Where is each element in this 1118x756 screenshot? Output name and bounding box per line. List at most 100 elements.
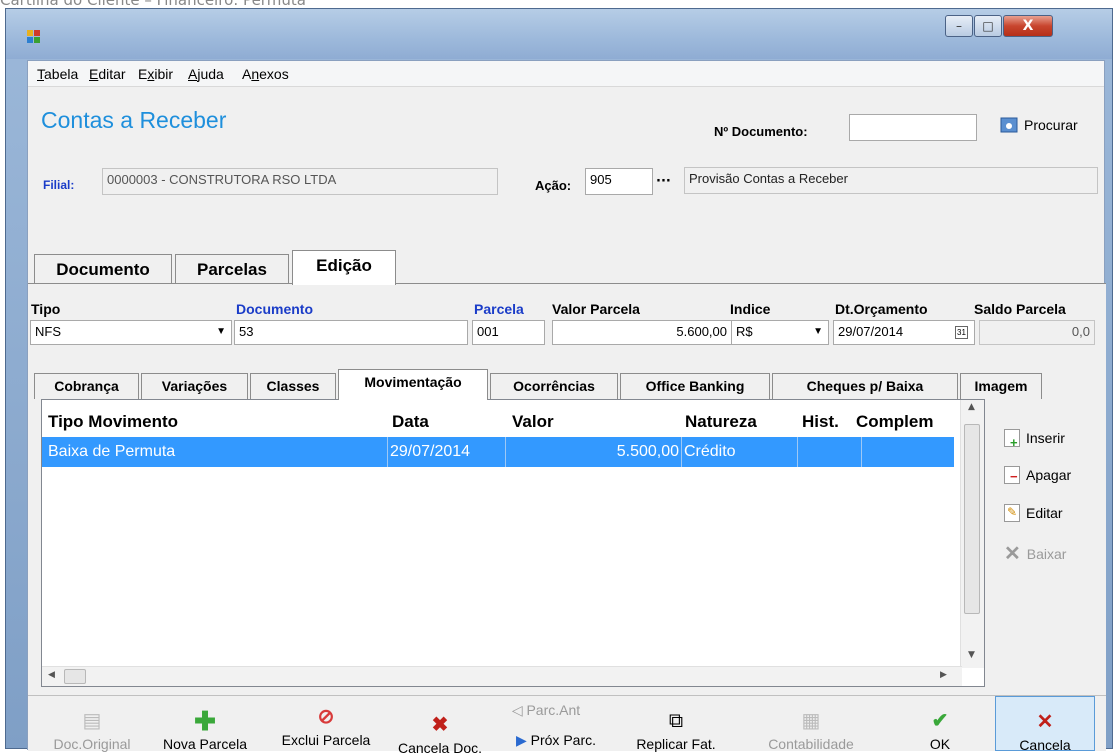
cell-complem [862, 437, 954, 467]
bottom-toolbar: ▤ Doc.Original ✚ Nova Parcela ⊘ Exclui Parc… [28, 695, 1106, 756]
tab-parcelas[interactable]: Parcelas [175, 254, 289, 284]
chevron-down-icon: ▼ [813, 326, 823, 337]
chevron-right-icon: ▶ [515, 732, 531, 748]
parc-ant-button[interactable]: ◁ Parc.Ant [506, 702, 586, 719]
scroll-right-icon[interactable]: ▶ [940, 670, 947, 680]
cell-hist [798, 437, 862, 467]
filial-label: Filial: [43, 178, 75, 192]
cell-natureza: Crédito [682, 437, 798, 467]
saldo-parcela-label: Saldo Parcela [974, 301, 1066, 317]
edit-icon: ✎ [1004, 504, 1020, 522]
valor-parcela-label: Valor Parcela [552, 301, 640, 317]
acao-description: Provisão Contas a Receber [684, 167, 1098, 194]
cancela-button[interactable]: ✕ Cancela [995, 696, 1095, 753]
dt-orcamento-label: Dt.Orçamento [835, 301, 928, 317]
close-button[interactable]: X [1003, 15, 1053, 37]
insert-icon: + [1004, 429, 1020, 450]
scroll-up-icon[interactable]: ▲ [968, 402, 975, 412]
page-title: Contas a Receber [41, 107, 227, 133]
nova-parcela-button[interactable]: ✚ Nova Parcela [152, 706, 258, 752]
menu-ajuda[interactable]: Ajuda [188, 66, 224, 82]
indice-label: Indice [730, 301, 771, 317]
scroll-thumb[interactable] [64, 669, 86, 684]
menu-tabela[interactable]: Tabela [37, 66, 78, 82]
exclui-parcela-button[interactable]: ⊘ Exclui Parcela [272, 706, 380, 748]
delete-icon: − [1004, 466, 1020, 484]
dt-orcamento-input[interactable]: 29/07/2014 31 [833, 320, 975, 345]
scroll-left-icon[interactable]: ◀ [48, 670, 55, 680]
doc-number-input[interactable] [849, 114, 977, 141]
contabilidade-button[interactable]: ▦ Contabilidade [758, 710, 864, 752]
subtab-cheques-baixa[interactable]: Cheques p/ Baixa [772, 373, 958, 399]
cell-tipo: Baixa de Permuta [42, 437, 388, 467]
column-header[interactable]: Complem [856, 412, 933, 432]
replicar-fat-button[interactable]: ⧉ Replicar Fat. [624, 710, 728, 752]
plus-icon: ✚ [194, 706, 216, 736]
copy-icon: ⧉ [668, 710, 684, 732]
acao-label: Ação: [535, 178, 572, 193]
calculator-icon: ▦ [801, 710, 821, 732]
subtab-movimentacao[interactable]: Movimentação [338, 369, 488, 400]
ok-button[interactable]: ✔ OK [910, 710, 970, 752]
editar-button[interactable]: ✎ Editar [1004, 504, 1063, 522]
check-icon: ✔ [931, 710, 949, 732]
cancela-doc-button[interactable]: ✖ Cancela Doc. [390, 714, 490, 756]
scroll-thumb[interactable] [964, 424, 980, 614]
filial-select[interactable]: 0000003 - CONSTRUTORA RSO LTDA [102, 168, 498, 195]
parcela-input[interactable]: 001 [472, 320, 545, 345]
subtab-imagem[interactable]: Imagem [960, 373, 1042, 399]
menu-editar[interactable]: Editar [89, 66, 126, 82]
horizontal-scrollbar[interactable]: ◀ ▶ [42, 666, 962, 686]
indice-select[interactable]: R$ ▼ [731, 320, 829, 345]
close-icon: ✕ [1004, 543, 1021, 565]
search-icon [1000, 117, 1018, 133]
subtab-cobranca[interactable]: Cobrança [34, 373, 139, 399]
baixar-button[interactable]: ✕ Baixar [1004, 541, 1066, 566]
documento-input[interactable]: 53 [234, 320, 468, 345]
tipo-select[interactable]: NFS ▼ [30, 320, 232, 345]
inserir-button[interactable]: + Inserir [1004, 429, 1065, 450]
table-row[interactable]: Baixa de Permuta 29/07/2014 5.500,00 Cré… [42, 437, 954, 467]
tab-edicao[interactable]: Edição [292, 250, 396, 285]
chevron-down-icon: ▼ [216, 326, 226, 337]
acao-code-input[interactable]: 905 [585, 168, 653, 195]
subtab-variacoes[interactable]: Variações [141, 373, 248, 399]
maximize-button[interactable]: □ [974, 15, 1002, 37]
saldo-parcela-input: 0,0 [979, 320, 1095, 345]
apagar-button[interactable]: − Apagar [1004, 466, 1071, 484]
acao-lookup-button[interactable]: ··· [656, 174, 671, 189]
prohibited-icon: ⊘ [317, 706, 335, 728]
tipo-label: Tipo [31, 301, 61, 317]
menu-anexos[interactable]: Anexos [242, 66, 289, 82]
subtab-office-banking[interactable]: Office Banking [620, 373, 770, 399]
column-header[interactable]: Hist. [802, 412, 839, 432]
menu-bar: Tabela Editar Exibir Ajuda Anexos [28, 61, 1104, 87]
valor-parcela-input[interactable]: 5.600,00 [552, 320, 732, 345]
calendar-icon[interactable]: 31 [955, 326, 968, 339]
minimize-button[interactable]: – [945, 15, 973, 37]
tab-documento[interactable]: Documento [34, 254, 172, 284]
column-header[interactable]: Data [392, 412, 429, 432]
subtab-ocorrencias[interactable]: Ocorrências [490, 373, 618, 399]
vertical-scrollbar[interactable]: ▲ ▼ [960, 400, 984, 668]
movements-grid[interactable]: Tipo Movimento Data Valor Natureza Hist.… [41, 399, 985, 687]
doc-number-label: Nº Documento: [714, 124, 808, 139]
column-header[interactable]: Natureza [685, 412, 757, 432]
column-header[interactable]: Tipo Movimento [48, 412, 178, 432]
parcela-label: Parcela [474, 301, 524, 317]
title-bar: – □ X [6, 9, 1112, 59]
doc-original-button[interactable]: ▤ Doc.Original [40, 710, 144, 752]
client-area: Tabela Editar Exibir Ajuda Anexos Contas… [27, 60, 1106, 756]
prox-parc-button[interactable]: ▶ Próx Parc. [508, 732, 604, 749]
scroll-down-icon[interactable]: ▼ [968, 650, 975, 660]
subtab-classes[interactable]: Classes [250, 373, 336, 399]
cell-data: 29/07/2014 [388, 437, 506, 467]
menu-exibir[interactable]: Exibir [138, 66, 173, 82]
x-icon: ✖ [431, 714, 449, 736]
document-icon: ▤ [82, 710, 102, 732]
chevron-left-icon: ◁ [511, 702, 527, 718]
app-window: – □ X Tabela Editar Exibir Ajuda Anexos … [5, 8, 1113, 756]
search-button[interactable]: Procurar [1000, 117, 1078, 133]
column-header[interactable]: Valor [512, 412, 554, 432]
documento-label: Documento [236, 301, 313, 317]
